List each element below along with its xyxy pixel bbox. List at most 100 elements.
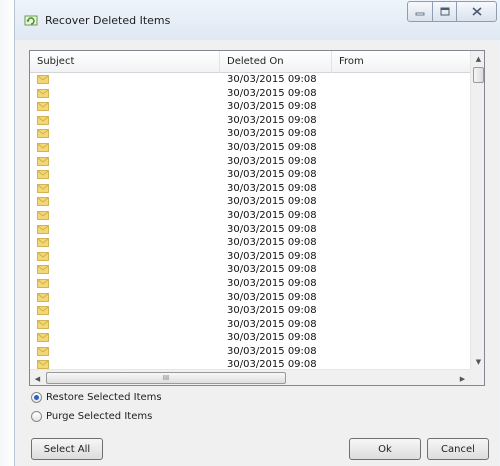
deleted-items-list[interactable]: Subject Deleted On From 30/03/2015 09:08… [29,50,485,386]
envelope-icon [37,156,49,166]
scroll-right-icon[interactable]: ▶ [455,370,470,385]
restore-label: Restore Selected Items [46,392,162,403]
deleted-on-cell: 30/03/2015 09:08 [227,74,317,85]
deleted-on-cell: 30/03/2015 09:08 [227,87,317,99]
envelope-icon [37,238,49,248]
scroll-left-icon[interactable]: ◀ [30,370,45,385]
scroll-down-icon[interactable]: ▼ [471,354,484,369]
list-row[interactable]: 30/03/2015 09:08 [30,263,470,277]
purge-label: Purge Selected Items [46,411,153,422]
envelope-icon [37,143,49,152]
deleted-on-cell: 30/03/2015 09:08 [227,141,317,153]
column-header-subject[interactable]: Subject [30,51,220,73]
list-row[interactable]: 30/03/2015 09:08 [30,277,470,291]
envelope-icon [37,333,49,343]
column-header-deleted-on[interactable]: Deleted On [220,51,332,73]
minimize-button[interactable] [407,1,433,22]
deleted-on-cell: 30/03/2015 09:08 [227,128,317,140]
envelope-icon [37,129,49,139]
envelope-icon [37,279,49,288]
list-rows: 30/03/2015 09:08 30/03/2015 09:08 30/03/20… [30,73,470,372]
list-row[interactable]: 30/03/2015 09:08 [30,223,470,237]
ok-button[interactable]: Ok [349,438,421,460]
list-row[interactable]: 30/03/2015 09:08 [30,291,470,305]
select-all-button[interactable]: Select All [31,438,103,460]
envelope-icon [37,75,49,84]
list-row[interactable]: 30/03/2015 09:08 [30,182,470,196]
close-icon [471,7,482,16]
deleted-on-cell: 30/03/2015 09:08 [227,305,317,317]
envelope-icon [37,102,49,112]
column-header-from[interactable]: From [332,51,470,73]
list-row[interactable]: 30/03/2015 09:08 [30,168,470,182]
deleted-on-cell: 30/03/2015 09:08 [227,223,317,235]
envelope-icon [37,319,49,329]
list-row[interactable]: 30/03/2015 09:08 [30,250,470,264]
list-row[interactable]: 30/03/2015 09:08 [30,331,470,345]
envelope-icon [37,211,49,220]
purge-option[interactable]: Purge Selected Items [31,411,152,422]
deleted-on-cell: 30/03/2015 09:08 [227,318,317,330]
deleted-on-cell: 30/03/2015 09:08 [227,277,317,289]
deleted-on-cell: 30/03/2015 09:08 [227,332,317,344]
envelope-icon [37,292,49,302]
list-row[interactable]: 30/03/2015 09:08 [30,345,470,359]
list-row[interactable]: 30/03/2015 09:08 [30,141,470,155]
scroll-up-icon[interactable]: ▲ [471,51,484,66]
list-row[interactable]: 30/03/2015 09:08 [30,114,470,128]
deleted-on-cell: 30/03/2015 09:08 [227,114,317,126]
window-title: Recover Deleted Items [45,14,171,27]
deleted-on-cell: 30/03/2015 09:08 [227,155,317,167]
deleted-on-cell: 30/03/2015 09:08 [227,291,317,303]
scrollbar-corner [470,369,484,385]
envelope-icon [37,306,49,315]
scroll-grip: III [162,374,170,382]
background-window-edge [0,0,14,466]
list-row[interactable]: 30/03/2015 09:08 [30,127,470,141]
title-bar[interactable]: Recover Deleted Items [15,0,500,40]
deleted-on-cell: 30/03/2015 09:08 [227,250,317,262]
envelope-icon [37,115,49,125]
envelope-icon [37,170,49,180]
list-row[interactable]: 30/03/2015 09:08 [30,304,470,318]
envelope-icon [37,88,49,98]
horizontal-scroll-thumb[interactable]: III [46,372,286,384]
envelope-icon [37,265,49,275]
cancel-button[interactable]: Cancel [427,438,489,460]
close-button[interactable] [457,1,497,22]
recover-deleted-items-dialog: Recover Deleted Items Subject Deleted On… [14,0,500,466]
deleted-on-cell: 30/03/2015 09:08 [227,182,317,194]
deleted-on-cell: 30/03/2015 09:08 [227,237,317,249]
deleted-on-cell: 30/03/2015 09:08 [227,209,317,221]
restore-radio[interactable] [31,392,42,403]
maximize-icon [440,7,449,16]
envelope-icon [37,346,49,356]
purge-radio[interactable] [31,411,42,422]
deleted-on-cell: 30/03/2015 09:08 [227,101,317,113]
envelope-icon [37,224,49,234]
recover-icon [24,15,38,26]
list-row[interactable]: 30/03/2015 09:08 [30,73,470,87]
deleted-on-cell: 30/03/2015 09:08 [227,345,317,357]
envelope-icon [37,183,49,193]
dialog-body: Subject Deleted On From 30/03/2015 09:08… [17,40,499,466]
deleted-on-cell: 30/03/2015 09:08 [227,264,317,276]
horizontal-scrollbar[interactable]: ◀ III ▶ [30,369,470,385]
vertical-scrollbar[interactable]: ▲ ▼ [470,51,484,369]
list-row[interactable]: 30/03/2015 09:08 [30,209,470,223]
list-header: Subject Deleted On From [30,51,470,73]
list-row[interactable]: 30/03/2015 09:08 [30,155,470,169]
envelope-icon [37,197,49,207]
envelope-icon [37,251,49,261]
vertical-scroll-thumb[interactable] [473,67,484,83]
deleted-on-cell: 30/03/2015 09:08 [227,196,317,208]
list-row[interactable]: 30/03/2015 09:08 [30,318,470,332]
list-row[interactable]: 30/03/2015 09:08 [30,87,470,101]
list-row[interactable]: 30/03/2015 09:08 [30,236,470,250]
minimize-icon [415,12,425,15]
maximize-button[interactable] [433,1,457,22]
list-row[interactable]: 30/03/2015 09:08 [30,195,470,209]
deleted-on-cell: 30/03/2015 09:08 [227,169,317,181]
restore-option[interactable]: Restore Selected Items [31,392,162,403]
list-row[interactable]: 30/03/2015 09:08 [30,100,470,114]
